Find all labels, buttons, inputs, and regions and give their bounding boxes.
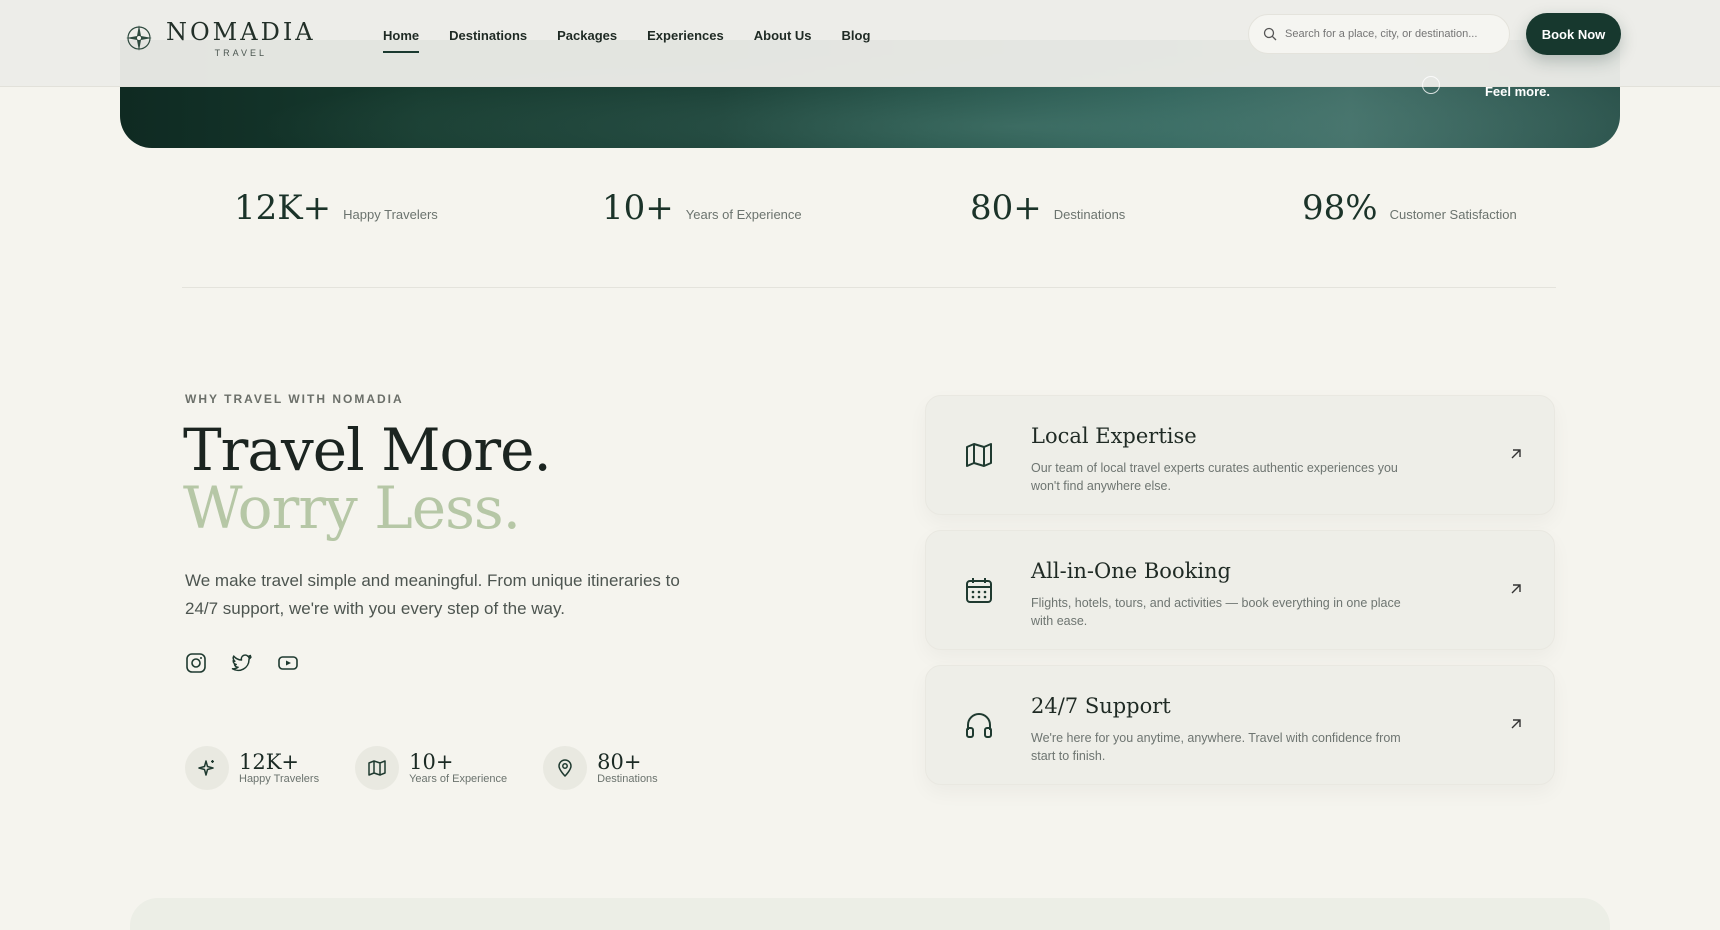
- pin-icon: [558, 759, 572, 778]
- map-icon: [966, 443, 992, 467]
- arrow-up-right-icon[interactable]: [1508, 716, 1524, 732]
- nav-destinations[interactable]: Destinations: [449, 28, 527, 53]
- mini-stat-label: Years of Experience: [409, 773, 508, 785]
- stat-value: 10+: [602, 188, 674, 228]
- search-icon: [1263, 27, 1277, 41]
- headline-primary: Travel More.: [183, 416, 552, 484]
- top-navigation: NOMADIA TRAVEL Home Destinations Package…: [0, 0, 1720, 87]
- main-menu: Home Destinations Packages Experiences A…: [383, 28, 870, 53]
- feature-title: Local Expertise: [1031, 424, 1197, 448]
- feature-card-all-in-one-booking[interactable]: All-in-One Booking Flights, hotels, tour…: [925, 530, 1555, 650]
- feature-title: 24/7 Support: [1031, 694, 1171, 718]
- feature-cards: Local Expertise Our team of local travel…: [925, 395, 1555, 800]
- play-icon[interactable]: [1422, 76, 1440, 94]
- nav-blog[interactable]: Blog: [842, 28, 871, 53]
- section-intro: We make travel simple and meaningful. Fr…: [185, 571, 680, 618]
- instagram-icon[interactable]: [185, 652, 207, 674]
- feature-description: Our team of local travel experts curates…: [1031, 461, 1398, 493]
- feature-description: We're here for you anytime, anywhere. Tr…: [1031, 731, 1401, 763]
- stats-strip: 12K+ Happy Travelers 10+ Years of Experi…: [182, 188, 1556, 288]
- nav-packages[interactable]: Packages: [557, 28, 617, 53]
- sparkle-icon: [198, 760, 214, 776]
- mini-stats: 12K+ Happy Travelers 10+ Years of Experi…: [185, 746, 658, 790]
- mini-stat: 80+ Destinations: [543, 746, 658, 790]
- nav-experiences[interactable]: Experiences: [647, 28, 724, 53]
- mini-stat-value: 10+: [409, 750, 454, 774]
- brand-subtitle: TRAVEL: [214, 48, 267, 58]
- nav-home[interactable]: Home: [383, 28, 420, 53]
- mini-stat: 10+ Years of Experience: [355, 746, 507, 790]
- section-eyebrow: WHY TRAVEL WITH NOMADIA: [185, 392, 404, 406]
- stat-value: 98%: [1302, 188, 1378, 228]
- stat-item: 98% Customer Satisfaction: [1302, 188, 1517, 228]
- book-now-button[interactable]: Book Now: [1526, 13, 1621, 55]
- stat-item: 12K+ Happy Travelers: [234, 188, 438, 228]
- mini-stat-icon-wrap: [543, 746, 588, 790]
- headphones-icon: [966, 713, 992, 738]
- search-input[interactable]: [1285, 28, 1495, 40]
- next-section-panel: [130, 898, 1610, 930]
- nav-about-us[interactable]: About Us: [754, 28, 812, 53]
- hero-cta[interactable]: Feel more.: [1485, 84, 1550, 99]
- stat-value: 12K+: [234, 188, 332, 228]
- stat-value: 80+: [970, 188, 1042, 228]
- stat-label: Destinations: [1053, 207, 1126, 222]
- mini-stat-value: 80+: [597, 750, 642, 774]
- mini-stat-label: Destinations: [597, 773, 658, 785]
- twitter-icon[interactable]: [231, 652, 253, 674]
- feature-title: All-in-One Booking: [1031, 559, 1232, 583]
- mini-stat-label: Happy Travelers: [239, 773, 320, 785]
- arrow-up-right-icon[interactable]: [1508, 446, 1524, 462]
- feature-card-support[interactable]: 24/7 Support We're here for you anytime,…: [925, 665, 1555, 785]
- social-links: [185, 652, 299, 674]
- brand-name: NOMADIA: [166, 18, 316, 46]
- feature-description: Flights, hotels, tours, and activities —…: [1031, 596, 1401, 628]
- search-bar: [1248, 14, 1510, 54]
- map-icon: [368, 760, 386, 776]
- stat-item: 80+ Destinations: [970, 188, 1125, 228]
- stat-label: Years of Experience: [685, 207, 802, 222]
- headline-secondary: Worry Less.: [183, 474, 521, 542]
- youtube-icon[interactable]: [277, 652, 299, 674]
- arrow-up-right-icon[interactable]: [1508, 581, 1524, 597]
- compass-icon: [126, 25, 152, 51]
- brand-logo[interactable]: NOMADIA TRAVEL: [124, 18, 316, 58]
- stat-label: Happy Travelers: [343, 207, 438, 222]
- mini-stat-icon-wrap: [185, 746, 229, 790]
- calendar-icon: [966, 578, 992, 603]
- mini-stat: 12K+ Happy Travelers: [185, 746, 319, 790]
- mini-stat-icon-wrap: [355, 746, 400, 790]
- stat-label: Customer Satisfaction: [1389, 207, 1517, 222]
- mini-stat-value: 12K+: [239, 750, 300, 774]
- feature-card-local-expertise[interactable]: Local Expertise Our team of local travel…: [925, 395, 1555, 515]
- stat-item: 10+ Years of Experience: [602, 188, 802, 228]
